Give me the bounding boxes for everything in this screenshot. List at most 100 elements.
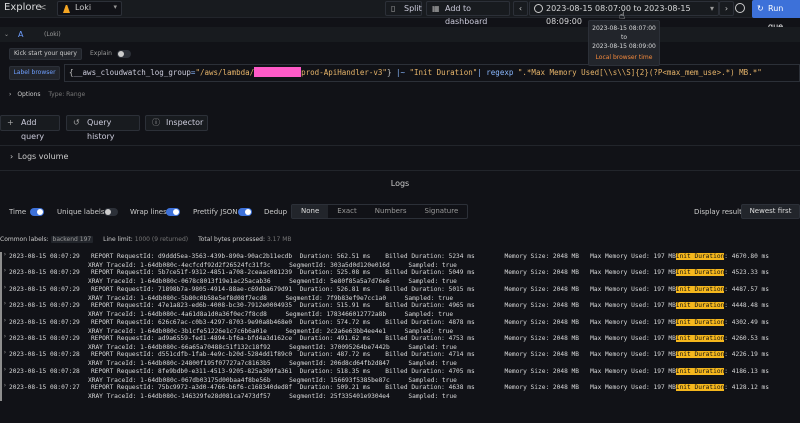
query-row-header: ⌄ A (Loki) xyxy=(0,27,800,42)
logs-volume-toggle[interactable]: › Logs volume xyxy=(0,152,68,161)
share-icon[interactable]: < xyxy=(39,3,49,13)
max-memory-used: 197 MB xyxy=(653,384,676,392)
init-duration: 4186.13 ms xyxy=(731,367,770,375)
init-duration: 4523.33 ms xyxy=(731,269,770,277)
request-id: ad9a6559-fed1-4894-bf6a-bfd4a3d162ce xyxy=(158,335,293,342)
init-duration: 4260.53 ms xyxy=(731,335,770,342)
prettify-json-label: Prettify JSON xyxy=(193,208,238,216)
init-duration-highlight: Init Duration xyxy=(675,302,725,310)
chevron-right-icon[interactable]: › xyxy=(3,300,7,307)
options-type: Type: Range xyxy=(48,91,86,98)
chevron-right-icon: › xyxy=(724,4,729,13)
memory-size: 2048 MB xyxy=(552,253,579,260)
dedup-numbers[interactable]: Numbers xyxy=(366,205,416,218)
init-duration: 4302.49 ms xyxy=(731,318,770,326)
init-duration: 4128.12 ms xyxy=(731,384,770,392)
max-memory-used: 197 MB xyxy=(653,302,676,310)
chevron-right-icon[interactable]: › xyxy=(3,349,7,356)
request-id: d551cdfb-1fab-4e9c-b20d-5284dd1f89c0 xyxy=(158,351,293,359)
chevron-right-icon[interactable]: › xyxy=(3,366,7,373)
dedup-exact[interactable]: Exact xyxy=(328,205,365,218)
memory-size: 2048 MB xyxy=(552,285,579,293)
divider xyxy=(0,170,800,171)
run-query-button[interactable]: ↻ Run que xyxy=(752,0,800,31)
kick-start-button[interactable]: Kick start your query xyxy=(9,48,82,60)
init-duration-highlight: Init Duration xyxy=(675,253,725,260)
page-title: Explore xyxy=(4,2,42,13)
unique-labels-toggle[interactable] xyxy=(104,208,118,216)
dedup-none[interactable]: None xyxy=(292,205,329,218)
sort-order-button[interactable]: Newest first xyxy=(741,204,800,219)
log-line-1: 2023-08-15 08:07:29 REPORT RequestId: ad… xyxy=(9,335,770,342)
tooltip-note: Local browser time xyxy=(595,54,653,61)
memory-size: 2048 MB xyxy=(552,302,579,310)
max-memory-used: 197 MB xyxy=(653,253,676,260)
zoom-out-icon[interactable] xyxy=(735,3,745,13)
logs-meta-row: Common labels: backend 197 Line limit: 1… xyxy=(0,236,292,243)
duration: 515.91 ms xyxy=(336,302,371,310)
query-options-row[interactable]: › Options Type: Range xyxy=(9,89,85,101)
chevron-right-icon[interactable]: › xyxy=(3,251,7,258)
max-memory-used: 197 MB xyxy=(653,318,676,326)
duration: 509.21 ms xyxy=(336,384,371,392)
billed-duration: 4878 ms xyxy=(448,318,475,326)
init-duration-highlight: Init Duration xyxy=(675,384,725,392)
dedup-signature[interactable]: Signature xyxy=(416,205,468,218)
split-button[interactable]: ▯ Split xyxy=(385,1,422,16)
prettify-json-toggle[interactable] xyxy=(238,208,252,216)
log-line-1: 2023-08-15 08:07:29 REPORT RequestId: 5b… xyxy=(9,269,770,277)
time-label: Time xyxy=(9,208,27,216)
duration: 525.08 ms xyxy=(336,269,371,277)
duration: 574.72 ms xyxy=(336,318,371,326)
query-editor-input[interactable]: {__aws_cloudwatch_log_group="/aws/lambda… xyxy=(64,64,800,82)
dedup-segmented-control[interactable]: None Exact Numbers Signature xyxy=(291,204,469,219)
log-timestamp: 2023-08-15 08:07:28 xyxy=(9,367,80,375)
label-browser-button[interactable]: Label browser xyxy=(9,66,60,80)
chevron-right-icon[interactable]: › xyxy=(3,267,7,274)
time-back-button[interactable]: ‹ xyxy=(513,1,528,16)
max-memory-used: 197 MB xyxy=(653,285,676,293)
log-timestamp: 2023-08-15 08:07:29 xyxy=(9,302,80,310)
request-id: 626c67ac-c0b3-4297-8703-9e90a8b468e0 xyxy=(158,318,293,326)
chevron-right-icon[interactable]: › xyxy=(3,317,7,324)
chevron-right-icon[interactable]: › xyxy=(3,284,7,291)
request-id: 47e1a823-ed6b-4008-bc30-7912e0004935 xyxy=(158,302,293,310)
display-results-label: Display results xyxy=(694,208,746,216)
billed-duration: 4714 ms xyxy=(448,351,475,359)
log-row[interactable]: › 2023-08-15 08:07:27 REPORT RequestId: 7… xyxy=(0,382,800,403)
dashboard-icon: ▦ xyxy=(432,4,440,13)
chevron-right-icon: › xyxy=(10,152,14,161)
request-id: d9ddd5ea-3563-439b-890a-90ac2b11ecdb xyxy=(158,253,293,260)
query-history-button[interactable]: ↺ Query history xyxy=(66,115,140,141)
billed-duration: 4753 ms xyxy=(448,335,475,342)
max-memory-used: 197 MB xyxy=(653,269,676,277)
top-toolbar: Explore < Loki ▾ ▯ Split ▦ Add to dashbo… xyxy=(0,0,800,31)
log-line-1: 2023-08-15 08:07:27 REPORT RequestId: 75… xyxy=(9,384,770,392)
wrap-lines-label: Wrap lines xyxy=(130,208,167,216)
common-label-badge: backend 197 xyxy=(50,236,94,243)
billed-duration: 5015 ms xyxy=(448,285,475,293)
redacted-block xyxy=(254,67,302,77)
request-id: 8fe9bdb0-e311-4513-9205-825a309fa361 xyxy=(158,367,293,375)
chevron-down-icon: ▾ xyxy=(113,3,117,11)
logs-panel-title: Logs xyxy=(390,179,410,188)
wrap-lines-toggle[interactable] xyxy=(166,208,180,216)
query-ref-id[interactable]: A xyxy=(18,30,23,39)
init-duration: 4670.80 ms xyxy=(731,253,770,260)
time-range-tooltip: 2023-08-15 08:07:00 to 2023-08-15 08:09:… xyxy=(588,20,660,66)
billed-duration: 5234 ms xyxy=(448,253,475,260)
dedup-label: Dedup xyxy=(264,208,288,216)
chevron-right-icon[interactable]: › xyxy=(3,382,7,389)
query-datasource-hint: (Loki) xyxy=(44,31,61,38)
explain-toggle[interactable] xyxy=(117,50,131,58)
collapse-query-icon[interactable]: ⌄ xyxy=(4,31,9,38)
time-toggle[interactable] xyxy=(30,208,44,216)
chevron-right-icon[interactable]: › xyxy=(3,333,7,340)
inspector-button[interactable]: ⓘ Inspector xyxy=(145,115,208,131)
split-icon: ▯ xyxy=(391,4,396,13)
add-query-button[interactable]: + Add query xyxy=(0,115,60,141)
time-forward-button[interactable]: › xyxy=(719,1,734,16)
add-to-dashboard-button[interactable]: ▦ Add to dashboard xyxy=(426,1,510,26)
datasource-picker[interactable]: Loki ▾ xyxy=(57,1,122,16)
log-timestamp: 2023-08-15 08:07:27 xyxy=(9,384,80,392)
